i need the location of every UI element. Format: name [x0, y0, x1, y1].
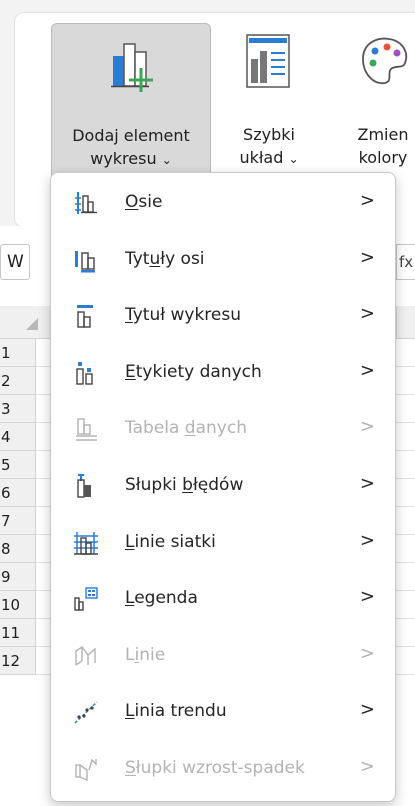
formula-bar-fragment[interactable]: fx	[396, 244, 415, 280]
error-bars-icon	[73, 473, 99, 499]
row-header[interactable]: 11	[0, 619, 36, 647]
menu-item-label: Tabela danych	[125, 418, 247, 439]
menu-item-up-down-bars: Słupki wzrost-spadek >	[51, 742, 395, 798]
chevron-right-icon: >	[359, 473, 375, 494]
change-colors-button[interactable]: Zmien kolory	[333, 23, 415, 183]
menu-item-lines: Linie >	[51, 629, 395, 685]
data-labels-icon	[73, 360, 99, 386]
lines-icon	[73, 643, 99, 669]
chevron-right-icon: >	[359, 190, 375, 211]
chevron-down-icon: ⌄	[288, 152, 299, 166]
name-box[interactable]: W	[0, 244, 30, 280]
menu-item-trendline[interactable]: Linia trendu >	[51, 685, 395, 741]
axes-icon	[73, 190, 99, 216]
chevron-right-icon: >	[359, 756, 375, 777]
chevron-right-icon: >	[359, 303, 375, 325]
menu-item-label: Linie	[125, 644, 166, 665]
menu-item-data-table: Tabela danych >	[51, 402, 395, 458]
menu-item-data-labels[interactable]: Etykiety danych >	[51, 346, 395, 402]
chevron-down-icon: ⌄	[161, 153, 172, 167]
row-header[interactable]: 9	[0, 563, 36, 591]
change-colors-label: Zmien kolory	[357, 125, 409, 167]
gridlines-icon	[73, 530, 99, 556]
menu-item-label: Słupki wzrost-spadek	[125, 758, 305, 778]
quick-layout-button[interactable]: Szybki układ ⌄	[225, 23, 313, 183]
menu-item-legend[interactable]: Legenda >	[51, 572, 395, 628]
chevron-right-icon: >	[359, 642, 375, 664]
row-header[interactable]: 7	[0, 507, 36, 535]
menu-item-gridlines[interactable]: Linie siatki >	[51, 516, 395, 572]
menu-item-label: Osie	[125, 192, 163, 212]
chevron-right-icon: >	[359, 359, 375, 381]
add-chart-element-icon	[52, 30, 210, 94]
row-header[interactable]: 12	[0, 647, 36, 675]
up-down-bars-icon	[73, 756, 99, 782]
row-header[interactable]: 10	[0, 591, 36, 619]
menu-item-chart-title[interactable]: Tytuł wykresu >	[51, 289, 395, 345]
chevron-right-icon: >	[359, 586, 375, 608]
menu-item-axes[interactable]: Osie >	[51, 176, 395, 232]
row-header[interactable]: 1	[0, 339, 36, 367]
row-header[interactable]: 6	[0, 479, 36, 507]
menu-item-label: Tytuły osi	[125, 248, 205, 269]
quick-layout-icon	[225, 29, 313, 93]
palette-icon	[333, 29, 415, 93]
column-header-cell[interactable]	[396, 306, 415, 338]
row-header[interactable]: 4	[0, 423, 36, 451]
chevron-right-icon: >	[359, 699, 375, 721]
row-header[interactable]: 3	[0, 395, 36, 423]
chevron-right-icon: >	[359, 416, 375, 438]
menu-item-label: Legenda	[125, 588, 198, 609]
chevron-right-icon: >	[359, 529, 375, 551]
chart-element-menu: Osie > Tytuły osi > Tytuł wykresu > Etykiety d…	[50, 172, 396, 802]
axis-titles-icon	[73, 247, 99, 273]
add-chart-element-label: Dodaj element wykresu ⌄	[72, 126, 190, 168]
menu-item-axis-titles[interactable]: Tytuły osi >	[51, 233, 395, 289]
chevron-right-icon: >	[359, 246, 375, 268]
menu-item-label: Tytuł wykresu	[125, 305, 242, 326]
data-table-icon	[73, 416, 99, 442]
menu-item-label: Słupki błędów	[125, 475, 244, 495]
legend-icon	[73, 586, 99, 612]
select-all-corner[interactable]	[26, 318, 38, 330]
quick-layout-label: Szybki układ ⌄	[239, 125, 299, 167]
chart-title-icon	[73, 303, 99, 329]
menu-item-label: Linie siatki	[125, 531, 216, 552]
menu-item-label: Linia trendu	[125, 701, 227, 722]
menu-item-error-bars[interactable]: Słupki błędów >	[51, 459, 395, 515]
add-chart-element-button[interactable]: Dodaj element wykresu ⌄	[51, 23, 211, 185]
menu-item-label: Etykiety danych	[125, 361, 262, 382]
row-header[interactable]: 5	[0, 451, 36, 479]
trendline-icon	[73, 699, 99, 725]
row-header[interactable]: 2	[0, 367, 36, 395]
row-header[interactable]: 8	[0, 535, 36, 563]
